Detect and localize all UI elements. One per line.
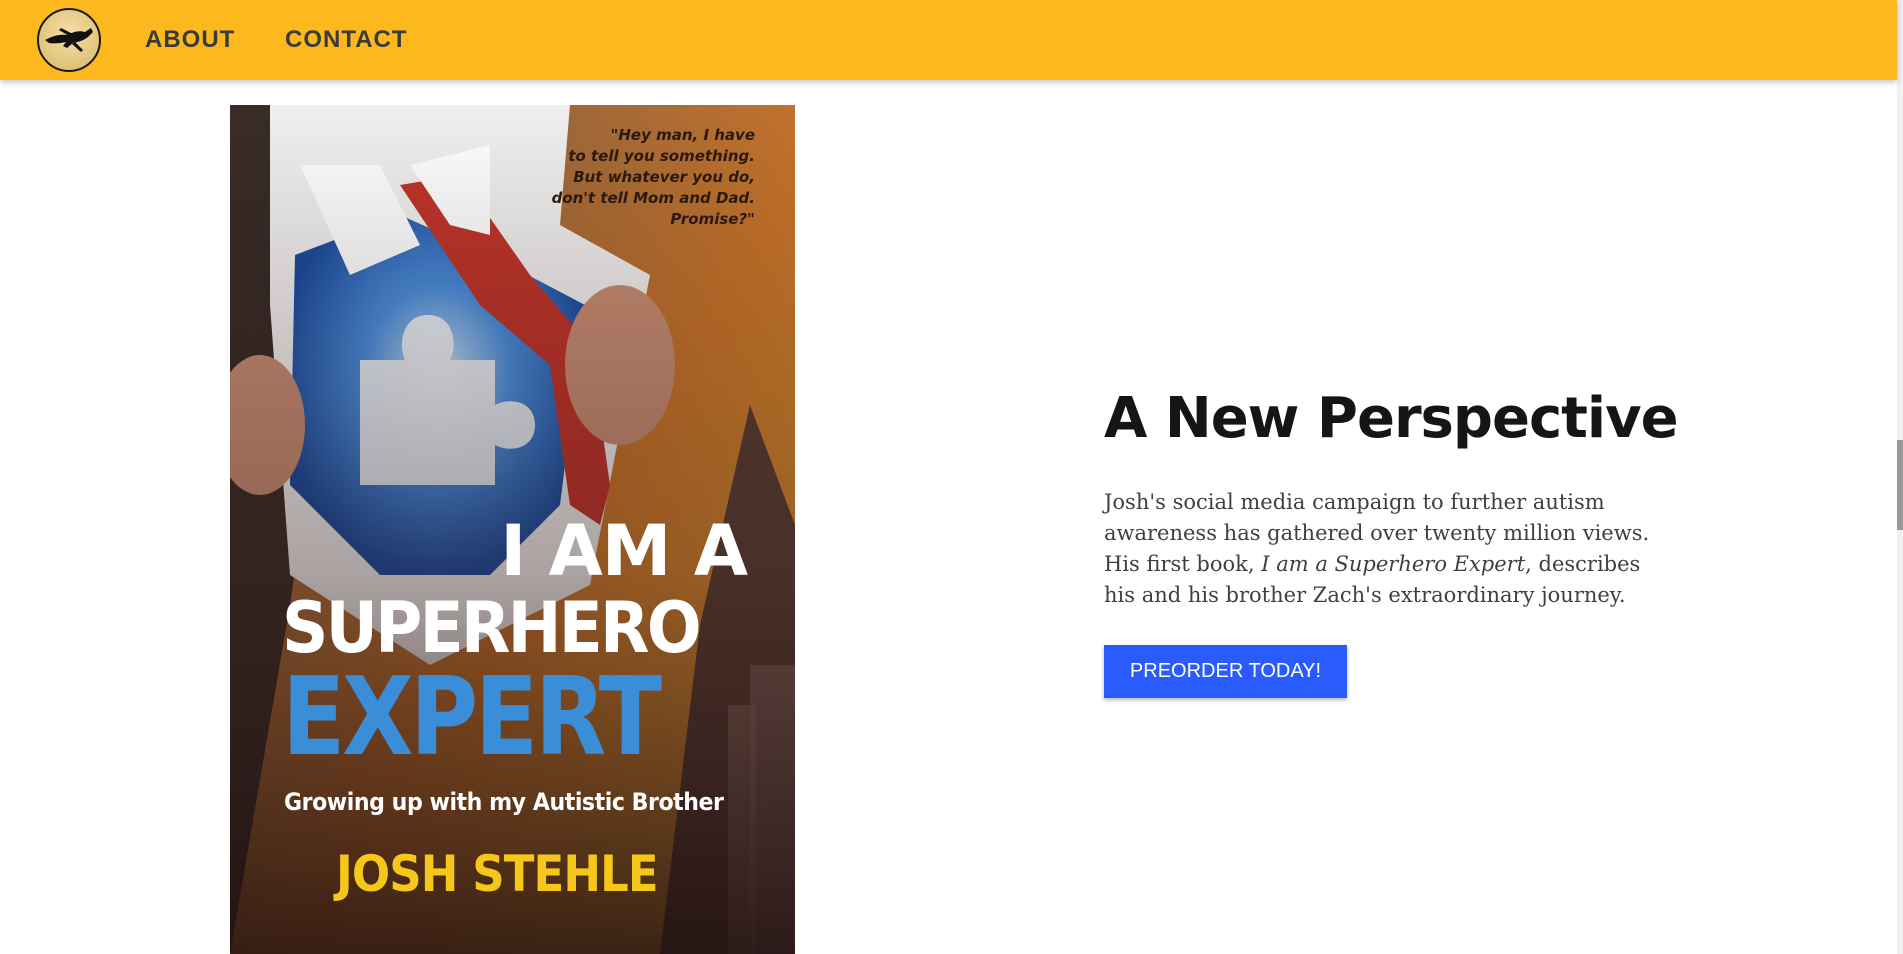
book-cover-image: "Hey man, I have to tell you something. … [230,105,795,954]
preorder-button[interactable]: PREORDER TODAY! [1104,645,1347,698]
cover-title-line1: I AM A [500,510,748,592]
cover-title-line3: EXPERT [282,655,662,780]
quote-line: "Hey man, I have [610,126,755,144]
nav-about-link[interactable]: ABOUT [145,26,235,54]
home-logo[interactable] [37,8,101,72]
page-scrollbar[interactable] [1897,0,1903,954]
cover-author: JOSH STEHLE [336,845,659,903]
nav-contact-link[interactable]: CONTACT [285,26,408,54]
scrollbar-thumb[interactable] [1897,440,1903,530]
quote-line: But whatever you do, [573,168,755,186]
page-title: A New Perspective [1104,386,1679,451]
cover-quote: "Hey man, I have to tell you something. … [552,125,755,230]
cover-subtitle: Growing up with my Autistic Brother [284,788,724,816]
book-title-text: I am a Superhero Expert [1261,552,1526,576]
running-dog-logo-icon [45,28,93,52]
quote-line: don't tell Mom and Dad. [551,189,755,207]
quote-line: Promise?" [670,210,755,228]
quote-line: to tell you something. [568,147,755,165]
top-navbar: ABOUT CONTACT [0,0,1897,80]
hero-description: Josh's social media campaign to further … [1104,487,1664,611]
